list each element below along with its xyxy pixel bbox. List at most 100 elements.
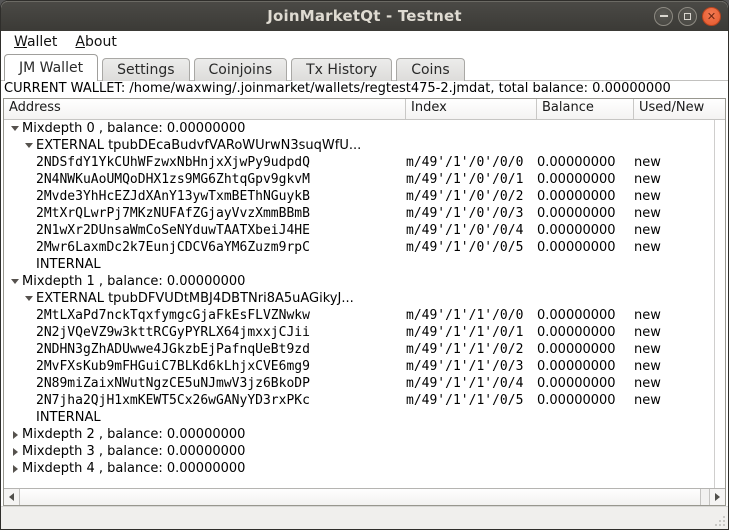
indent-spacer — [4, 332, 36, 333]
branch-label: Mixdepth 2 , balance: 0.00000000 — [22, 427, 245, 442]
scroll-left-button[interactable] — [4, 489, 20, 505]
table-row-branch[interactable]: EXTERNAL tpubDFVUDtMBJ4DBTNri8A5uAGikyJ.… — [4, 290, 725, 307]
table-row-address[interactable]: 2N4NWKuAoUMQoDHX1zs9MG6ZhtqGpv9gkvMm/49'… — [4, 171, 725, 188]
table-row-branch[interactable]: Mixdepth 3 , balance: 0.00000000 — [4, 443, 725, 460]
table-row-branch[interactable]: Mixdepth 4 , balance: 0.00000000 — [4, 460, 725, 477]
address-cell: Mixdepth 4 , balance: 0.00000000 — [4, 460, 406, 477]
horizontal-scrollbar[interactable] — [4, 488, 725, 505]
address-cell: 2MtXrQLwrPj7MKzNUFAfZGjayVvzXmmBBmB — [4, 205, 406, 222]
branch-label: Mixdepth 4 , balance: 0.00000000 — [22, 461, 245, 476]
tree-header: AddressIndexBalanceUsed/New — [4, 99, 725, 120]
table-row-address[interactable]: 2NDHN3gZhADUwwe4JGkzbEjPafnqUeBt9zdm/49'… — [4, 341, 725, 358]
table-row-address[interactable]: 2NDSfdY1YkCUhWFzwxNbHnjxXjwPy9udpdQm/49'… — [4, 154, 725, 171]
maximize-icon — [684, 13, 691, 20]
address-cell: 2MtLXaPd7nckTqxfymgcGjaFkEsFLVZNwkw — [4, 307, 406, 324]
table-row-address[interactable]: 2MvFXsKub9mFHGuiC7BLKd6kLhjxCVE6mg9 m/49'… — [4, 358, 725, 375]
branch-label: Mixdepth 3 , balance: 0.00000000 — [22, 444, 245, 459]
address-cell: 2Mwr6LaxmDc2k7EunjCDCV6aYM6Zuzm9rpC — [4, 239, 406, 256]
table-row-address[interactable]: 2Mvde3YhHcEZJdXAnY13ywTxmBEThNGuykBm/49'… — [4, 188, 725, 205]
balance-cell: 0.00000000 — [537, 155, 634, 170]
indent-spacer — [4, 400, 36, 401]
branch-label: INTERNAL — [36, 257, 101, 272]
table-row-address[interactable]: 2N89miZaixNWutNgzCE5uNJmwV3jz6BkoDPm/49'… — [4, 375, 725, 392]
index-cell: m/49'/1'/1'/0/5 — [406, 393, 537, 408]
address-text: 2N4NWKuAoUMQoDHX1zs9MG6ZhtqGpv9gkvM — [36, 172, 310, 187]
used-new-cell: new — [634, 359, 713, 374]
index-cell: m/49'/1'/0'/0/3 — [406, 206, 537, 221]
address-text: 2NDHN3gZhADUwwe4JGkzbEjPafnqUeBt9zd — [36, 342, 310, 357]
expand-arrow-slot — [8, 448, 22, 456]
window-controls: ✕ — [654, 1, 721, 31]
column-header-address[interactable]: Address — [4, 99, 406, 119]
wallet-tree: AddressIndexBalanceUsed/New Mixdepth 0 ,… — [3, 98, 726, 506]
table-row-branch[interactable]: Mixdepth 0 , balance: 0.00000000 — [4, 120, 725, 137]
resize-grip[interactable] — [713, 514, 726, 527]
scroll-right-button[interactable] — [709, 489, 725, 505]
index-cell: m/49'/1'/1'/0/3 — [406, 359, 537, 374]
table-row-branch[interactable]: INTERNAL — [4, 409, 725, 426]
collapse-arrow-icon[interactable] — [11, 126, 19, 131]
used-new-cell: new — [634, 308, 713, 323]
address-text: 2N2jVQeVZ9w3kttRCGyPYRLX64jmxxjCJii — [36, 325, 310, 340]
column-header-used-new[interactable]: Used/New — [634, 99, 725, 119]
balance-cell: 0.00000000 — [537, 172, 634, 187]
table-row-branch[interactable]: INTERNAL — [4, 256, 725, 273]
address-text: 2MvFXsKub9mFHGuiC7BLKd6kLhjxCVE6mg9 — [36, 359, 310, 374]
tab-jm-wallet[interactable]: JM Wallet — [4, 54, 98, 81]
balance-cell: 0.00000000 — [537, 240, 634, 255]
tab-settings[interactable]: Settings — [102, 58, 189, 81]
balance-cell: 0.00000000 — [537, 376, 634, 391]
used-new-cell: new — [634, 172, 713, 187]
address-cell: 2N7jha2QjH1xmKEWT5Cx26wGANyYD3rxPKc — [4, 392, 406, 409]
balance-cell: 0.00000000 — [537, 393, 634, 408]
address-text: 2N7jha2QjH1xmKEWT5Cx26wGANyYD3rxPKc — [36, 393, 310, 408]
address-cell: 2N1wXr2DUnsaWmCoSeNYduwTAATXbeiJ4HE — [4, 222, 406, 239]
table-row-address[interactable]: 2N7jha2QjH1xmKEWT5Cx26wGANyYD3rxPKc m/49'… — [4, 392, 725, 409]
collapse-arrow-icon[interactable] — [25, 143, 33, 148]
expand-arrow-icon[interactable] — [13, 465, 18, 473]
indent-spacer — [4, 366, 36, 367]
address-cell: Mixdepth 2 , balance: 0.00000000 — [4, 426, 406, 443]
column-header-balance[interactable]: Balance — [537, 99, 634, 119]
used-new-cell: new — [634, 155, 713, 170]
address-cell: 2MvFXsKub9mFHGuiC7BLKd6kLhjxCVE6mg9 — [4, 358, 406, 375]
close-button[interactable]: ✕ — [702, 7, 721, 26]
index-cell: m/49'/1'/1'/0/0 — [406, 308, 537, 323]
minimize-button[interactable] — [654, 7, 673, 26]
column-header-index[interactable]: Index — [406, 99, 537, 119]
close-icon: ✕ — [707, 11, 716, 22]
table-row-address[interactable]: 2N2jVQeVZ9w3kttRCGyPYRLX64jmxxjCJiim/49'… — [4, 324, 725, 341]
address-text: 2MtXrQLwrPj7MKzNUFAfZGjayVvzXmmBBmB — [36, 206, 310, 221]
collapse-arrow-icon[interactable] — [25, 296, 33, 301]
title-bar[interactable]: JoinMarketQt - Testnet ✕ — [1, 1, 728, 31]
tab-coins[interactable]: Coins — [396, 58, 464, 81]
indent-spacer — [4, 247, 36, 248]
indent-spacer — [4, 196, 36, 197]
index-cell: m/49'/1'/0'/0/4 — [406, 223, 537, 238]
table-row-address[interactable]: 2Mwr6LaxmDc2k7EunjCDCV6aYM6Zuzm9rpCm/49'… — [4, 239, 725, 256]
used-new-cell: new — [634, 342, 713, 357]
address-cell: Mixdepth 0 , balance: 0.00000000 — [4, 120, 406, 137]
menu-item-wallet[interactable]: Wallet — [5, 33, 66, 51]
scroll-left-icon — [9, 493, 14, 501]
indent-spacer — [4, 162, 36, 163]
table-row-branch[interactable]: Mixdepth 1 , balance: 0.00000000 — [4, 273, 725, 290]
scrollbar-thumb[interactable] — [20, 489, 701, 505]
balance-cell: 0.00000000 — [537, 342, 634, 357]
menu-item-about[interactable]: About — [66, 33, 125, 51]
maximize-button[interactable] — [678, 7, 697, 26]
address-cell: EXTERNAL tpubDEcaBudvfVARoWUrwN3suqWfU..… — [4, 137, 406, 154]
expand-arrow-icon[interactable] — [13, 448, 18, 456]
tab-tx-history[interactable]: Tx History — [291, 58, 392, 81]
table-row-branch[interactable]: EXTERNAL tpubDEcaBudvfVARoWUrwN3suqWfU..… — [4, 137, 725, 154]
indent-spacer — [4, 349, 36, 350]
address-cell: INTERNAL — [4, 256, 406, 273]
table-row-address[interactable]: 2MtXrQLwrPj7MKzNUFAfZGjayVvzXmmBBmB m/49'… — [4, 205, 725, 222]
address-cell: Mixdepth 3 , balance: 0.00000000 — [4, 443, 406, 460]
table-row-branch[interactable]: Mixdepth 2 , balance: 0.00000000 — [4, 426, 725, 443]
collapse-arrow-icon[interactable] — [11, 279, 19, 284]
table-row-address[interactable]: 2N1wXr2DUnsaWmCoSeNYduwTAATXbeiJ4HEm/49'… — [4, 222, 725, 239]
expand-arrow-icon[interactable] — [13, 431, 18, 439]
table-row-address[interactable]: 2MtLXaPd7nckTqxfymgcGjaFkEsFLVZNwkwm/49'… — [4, 307, 725, 324]
tab-coinjoins[interactable]: Coinjoins — [194, 58, 288, 81]
